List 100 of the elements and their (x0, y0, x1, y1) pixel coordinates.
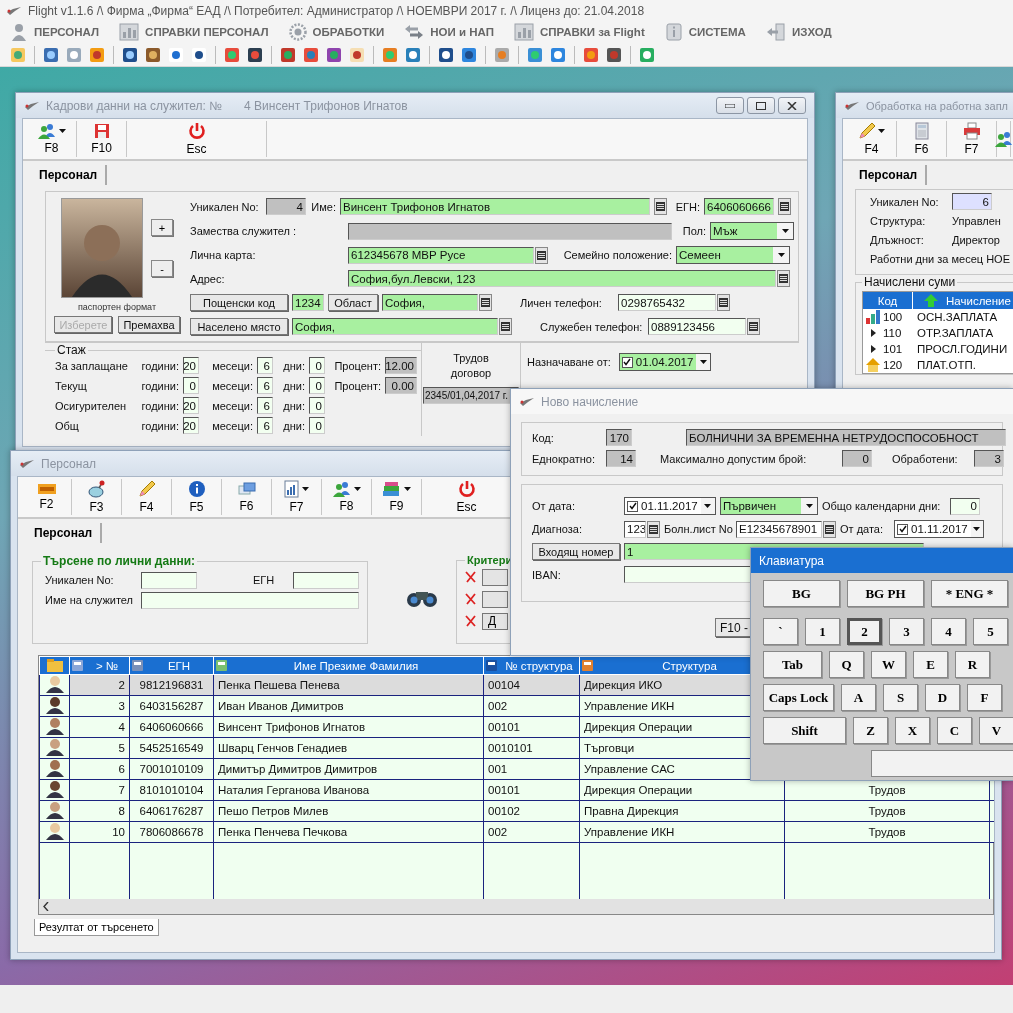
toolbar-button[interactable] (997, 121, 1011, 157)
column-header[interactable] (39, 656, 70, 675)
input-field[interactable]: 6 (257, 357, 273, 374)
input-field[interactable]: София, (292, 318, 498, 335)
column-header[interactable]: № структура (483, 656, 580, 675)
keyboard-key[interactable]: F (967, 684, 1002, 711)
toolbar-button[interactable]: F10 (77, 121, 127, 157)
column-header[interactable]: Име Презиме Фамилия (213, 656, 484, 675)
toolbar-button[interactable]: F6 (222, 479, 272, 515)
table-row[interactable]: 10 7806086678 Пенка Пенчева Печкова 002 Управление ИКН Трудов (39, 821, 994, 843)
input-field[interactable]: 0298765432 (618, 294, 716, 311)
input-field[interactable]: 6 (952, 193, 992, 210)
input-field[interactable]: E12345678901 (736, 520, 822, 538)
input-field[interactable]: 20 (183, 357, 199, 374)
input-field[interactable]: 0 (309, 397, 325, 414)
keyboard-key[interactable]: 3 (889, 618, 924, 645)
input-field[interactable]: 0 (309, 357, 325, 374)
input-field[interactable]: 0 (309, 417, 325, 434)
toolbar-button[interactable]: F9 (372, 479, 422, 515)
picker-button[interactable] (647, 520, 660, 538)
date-picker[interactable]: 01.11.2017 (624, 497, 716, 515)
input-field[interactable]: БОЛНИЧНИ ЗА ВРЕМЕННА НЕТРУДОСПОСОБНОСТ (686, 429, 1006, 446)
toolbar-button[interactable]: F2 (22, 479, 72, 515)
zoom-button[interactable]: - (151, 260, 173, 277)
keyboard-key[interactable]: 5 (973, 618, 1008, 645)
list-row[interactable]: 110 ОТР.ЗАПЛАТА (863, 325, 1013, 341)
date-picker[interactable]: 01.11.2017 (894, 520, 984, 538)
toolbar-button[interactable]: F3 (72, 479, 122, 515)
checkbox[interactable] (897, 523, 908, 535)
photo-button[interactable]: Премахва (118, 316, 180, 333)
picker-button[interactable] (778, 198, 791, 215)
column-header[interactable]: ЕГН (129, 656, 214, 675)
keyboard-key[interactable]: Z (853, 717, 888, 744)
toolbar-button[interactable]: F4 (122, 479, 172, 515)
postcode-button[interactable]: Пощенски код (190, 294, 288, 311)
keyboard-key[interactable]: Tab (763, 651, 822, 678)
keyboard-key[interactable]: Q (829, 651, 864, 678)
keyboard-key[interactable] (871, 750, 1013, 777)
keyboard-key[interactable]: R (955, 651, 990, 678)
input-field[interactable]: 0 (842, 450, 872, 467)
column-header[interactable]: Код (863, 292, 913, 309)
picker-button[interactable] (747, 318, 760, 335)
keyboard-key[interactable]: E (913, 651, 948, 678)
date-picker[interactable]: 01.04.2017 (618, 353, 711, 371)
toolbar-button[interactable]: F5 (172, 479, 222, 515)
close-button[interactable] (778, 97, 806, 114)
keyboard-key[interactable]: A (841, 684, 876, 711)
input-field[interactable]: 0 (950, 497, 980, 515)
toolbar-button[interactable]: Esc (127, 121, 267, 157)
picker-button[interactable] (535, 246, 548, 264)
criteria-button[interactable] (482, 568, 508, 586)
list-row[interactable]: 100 ОСН.ЗАПЛАТА (863, 309, 1013, 325)
toolbar-button[interactable]: F4 (847, 121, 897, 157)
input-field[interactable]: 0.00 (385, 377, 417, 394)
toolbar-button[interactable]: F7 (272, 479, 322, 515)
table-row[interactable]: 7 8101010104 Наталия Герганова Иванова 00101 Дирекция Операции Трудов (39, 779, 994, 801)
input-field[interactable]: 20 (183, 397, 199, 414)
toolbar-button[interactable]: F6 (897, 121, 947, 157)
menu-item[interactable]: СПРАВКИ ПЕРСОНАЛ (117, 23, 271, 41)
input-field[interactable] (293, 571, 359, 589)
picker-button[interactable] (717, 294, 730, 311)
input-field[interactable]: 6406060666 (704, 198, 774, 215)
menu-item[interactable]: СИСТЕМА (662, 23, 748, 41)
input-field[interactable]: 4 (266, 198, 306, 215)
column-header[interactable]: > № (69, 656, 130, 675)
table-row[interactable]: 8 6406176287 Пешо Петров Милев 00102 Правна Дирекция Трудов (39, 800, 994, 822)
menu-item[interactable]: НОИ и НАП (402, 24, 496, 40)
dropdown[interactable]: Мъж (710, 222, 794, 240)
input-field[interactable]: 6 (257, 417, 273, 434)
input-field[interactable]: 3 (974, 450, 1004, 467)
input-field[interactable]: 123 (624, 520, 646, 538)
keyboard-key[interactable]: BG PH (847, 580, 924, 607)
input-field[interactable] (141, 571, 197, 589)
keyboard-key[interactable]: V (979, 717, 1013, 744)
input-field[interactable]: 14 (606, 450, 636, 467)
input-field[interactable]: 6 (257, 397, 273, 414)
input-field[interactable] (141, 591, 359, 609)
horizontal-scrollbar[interactable] (39, 898, 993, 914)
column-header[interactable]: Начисление (913, 292, 1013, 309)
picker-button[interactable] (499, 318, 512, 335)
input-field[interactable]: 2345/01,04,2017 г. (423, 387, 519, 404)
dropdown[interactable]: Семеен (676, 246, 790, 264)
keyboard-key[interactable]: D (925, 684, 960, 711)
keyboard-key[interactable]: Shift (763, 717, 846, 744)
region-button[interactable]: Област (328, 294, 378, 311)
keyboard-key[interactable]: X (895, 717, 930, 744)
toolbar-button[interactable]: F8 (27, 121, 77, 157)
toolbar-button[interactable]: F7 (947, 121, 997, 157)
input-field[interactable]: София,бул.Левски, 123 (348, 270, 776, 287)
checkbox[interactable] (621, 356, 633, 368)
input-field[interactable]: 12.00 (385, 357, 417, 374)
keyboard-key[interactable]: * ENG * (931, 580, 1008, 607)
incoming-number-button[interactable]: Входящ номер (532, 543, 620, 560)
list-row[interactable]: 101 ПРОСЛ.ГОДИНИ (863, 341, 1013, 357)
criteria-button[interactable]: Д (482, 612, 508, 630)
input-field[interactable]: 612345678 МВР Русе (348, 246, 534, 264)
menu-item[interactable]: ИЗХОД (763, 23, 834, 41)
keyboard-key[interactable]: S (883, 684, 918, 711)
input-field[interactable] (348, 222, 672, 240)
keyboard-key[interactable]: 2 (847, 618, 882, 645)
